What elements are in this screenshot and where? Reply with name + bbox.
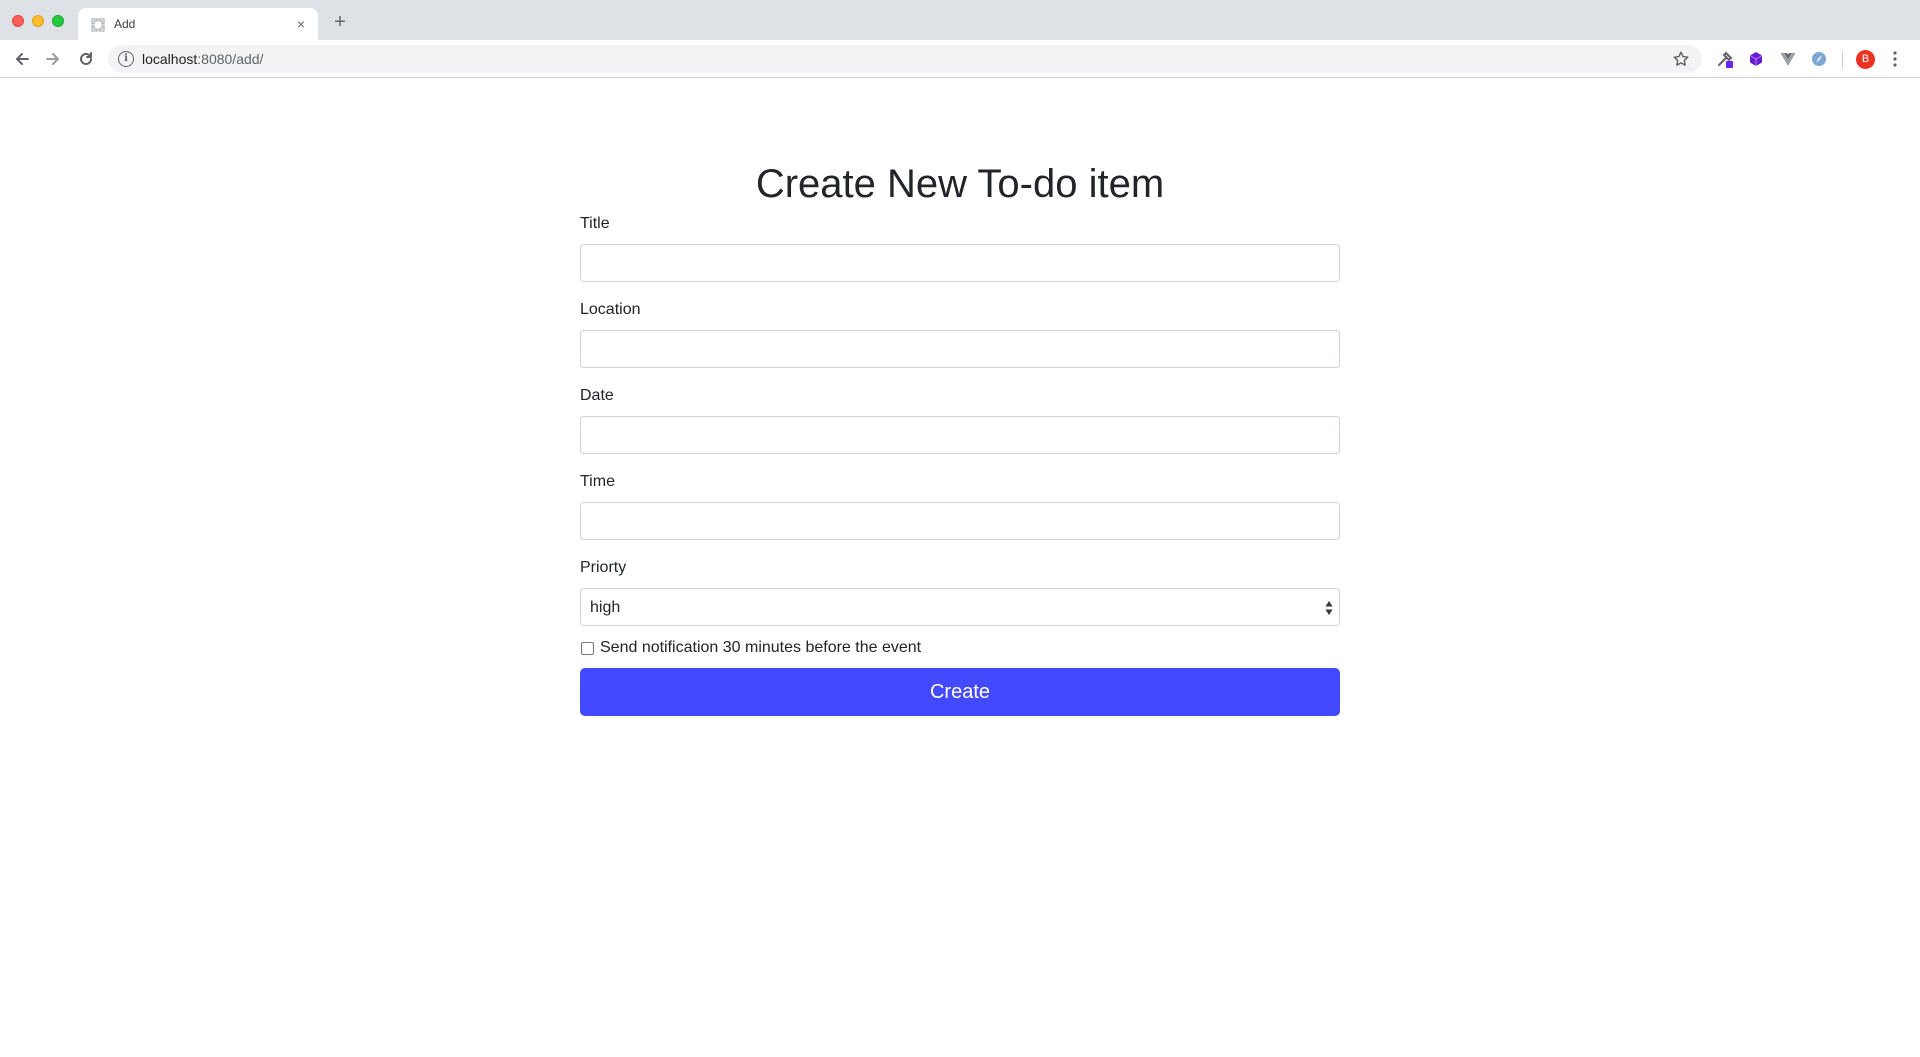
date-field-group: Date: [580, 384, 1340, 454]
notification-checkbox[interactable]: [581, 642, 594, 655]
priority-field-group: Priorty high: [580, 556, 1340, 626]
priority-select[interactable]: high: [580, 588, 1340, 626]
title-field-group: Title: [580, 212, 1340, 282]
reload-icon[interactable]: [76, 49, 96, 69]
time-input[interactable]: [580, 502, 1340, 540]
notification-option: Send notification 30 minutes before the …: [580, 636, 1340, 660]
tab-strip: Add × +: [0, 0, 1920, 40]
bookmark-star-icon[interactable]: [1672, 50, 1690, 68]
minimize-window-button[interactable]: [32, 15, 44, 27]
browser-tab[interactable]: Add ×: [78, 8, 318, 40]
toolbar-divider: [1842, 52, 1843, 68]
eyedropper-extension-icon[interactable]: [1716, 50, 1734, 68]
forward-arrow-icon[interactable]: [43, 49, 63, 69]
page-title: Create New To-do item: [755, 162, 1165, 206]
select-arrows-icon: [1325, 601, 1333, 615]
location-label: Location: [580, 301, 641, 318]
date-input[interactable]: [580, 416, 1340, 454]
date-label: Date: [580, 387, 614, 404]
location-field-group: Location: [580, 298, 1340, 368]
vue-devtools-extension-icon[interactable]: [1779, 50, 1797, 68]
tab-close-icon[interactable]: ×: [292, 15, 310, 33]
title-label: Title: [580, 215, 610, 232]
time-field-group: Time: [580, 470, 1340, 540]
address-bar[interactable]: i localhost:8080/add/: [108, 45, 1702, 73]
tab-title: Add: [114, 17, 136, 31]
back-arrow-icon[interactable]: [12, 49, 32, 69]
url-text[interactable]: localhost:8080/add/: [142, 51, 263, 67]
new-tab-button[interactable]: +: [330, 12, 350, 32]
profile-avatar[interactable]: B: [1856, 50, 1875, 69]
location-input[interactable]: [580, 330, 1340, 368]
url-host: localhost: [142, 51, 198, 67]
maximize-window-button[interactable]: [52, 15, 64, 27]
site-info-icon[interactable]: i: [118, 51, 134, 67]
cube-extension-icon[interactable]: [1747, 50, 1765, 68]
notification-label[interactable]: Send notification 30 minutes before the …: [600, 636, 921, 660]
more-menu-icon[interactable]: [1890, 49, 1900, 69]
compass-extension-icon[interactable]: [1810, 50, 1828, 68]
url-path: :8080/add/: [197, 51, 264, 67]
close-window-button[interactable]: [12, 15, 24, 27]
page-favicon-icon: [91, 18, 105, 32]
browser-toolbar: i localhost:8080/add/ B: [0, 40, 1920, 78]
priority-label: Priorty: [580, 559, 627, 576]
title-input[interactable]: [580, 244, 1340, 282]
create-button[interactable]: Create: [580, 668, 1340, 716]
priority-selected-value: high: [590, 599, 621, 616]
create-todo-form: Create New To-do item Title Location Dat…: [580, 160, 1340, 716]
time-label: Time: [580, 473, 615, 490]
